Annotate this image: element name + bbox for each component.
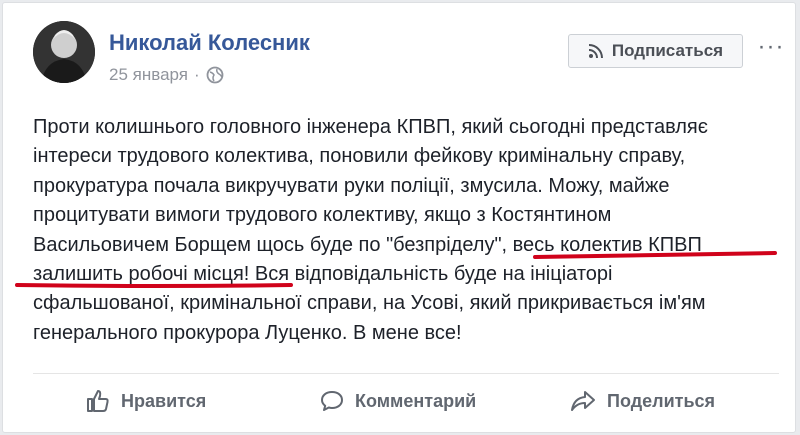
share-button[interactable]: Поделиться	[569, 388, 715, 414]
post-line: прокуратура почала викручувати руки полі…	[33, 174, 670, 197]
comment-button[interactable]: Комментарий	[319, 388, 476, 414]
comment-icon	[321, 391, 343, 411]
comment-label: Комментарий	[355, 390, 477, 411]
post-card: Николай Колесник 25 января · Подписаться…	[2, 2, 796, 433]
post-line: Васильовичем Борщем щось буде по "безпрі…	[33, 233, 702, 256]
avatar-portrait	[33, 21, 95, 83]
post-text: Проти колишнього головного інженера КПВП…	[33, 113, 783, 348]
post-line: залишить робочі місця! Вся відповідальні…	[33, 263, 613, 286]
author-name[interactable]: Николай Колесник	[109, 30, 310, 56]
post-line: сфальшованої, кримінальної справи, на Ус…	[33, 292, 706, 315]
more-options-button[interactable]: ···	[755, 31, 787, 63]
action-bar: Нравится Комментарий Поделиться	[33, 381, 783, 421]
post-line: генерального прокурора Луценко. В мене в…	[33, 321, 462, 344]
post-date[interactable]: 25 января	[109, 65, 188, 85]
globe-icon	[206, 66, 224, 84]
divider	[33, 373, 779, 374]
post-line: Проти колишнього головного інженера КПВП…	[33, 116, 708, 138]
separator-dot: ·	[194, 65, 200, 84]
post-meta: 25 января ·	[109, 65, 224, 85]
thumbs-up-icon	[87, 390, 109, 412]
like-label: Нравится	[121, 390, 207, 411]
subscribe-label: Подписаться	[611, 41, 724, 60]
rss-icon	[588, 44, 603, 59]
post-line: процитувати вимоги трудового колективу, …	[33, 204, 612, 227]
avatar[interactable]	[33, 21, 95, 83]
like-button[interactable]: Нравится	[85, 388, 206, 414]
post-line: інтереси трудового колективa, поновили ф…	[33, 145, 686, 168]
subscribe-button[interactable]: Подписаться	[568, 34, 743, 68]
share-arrow-icon	[571, 391, 595, 411]
share-label: Поделиться	[607, 390, 716, 411]
